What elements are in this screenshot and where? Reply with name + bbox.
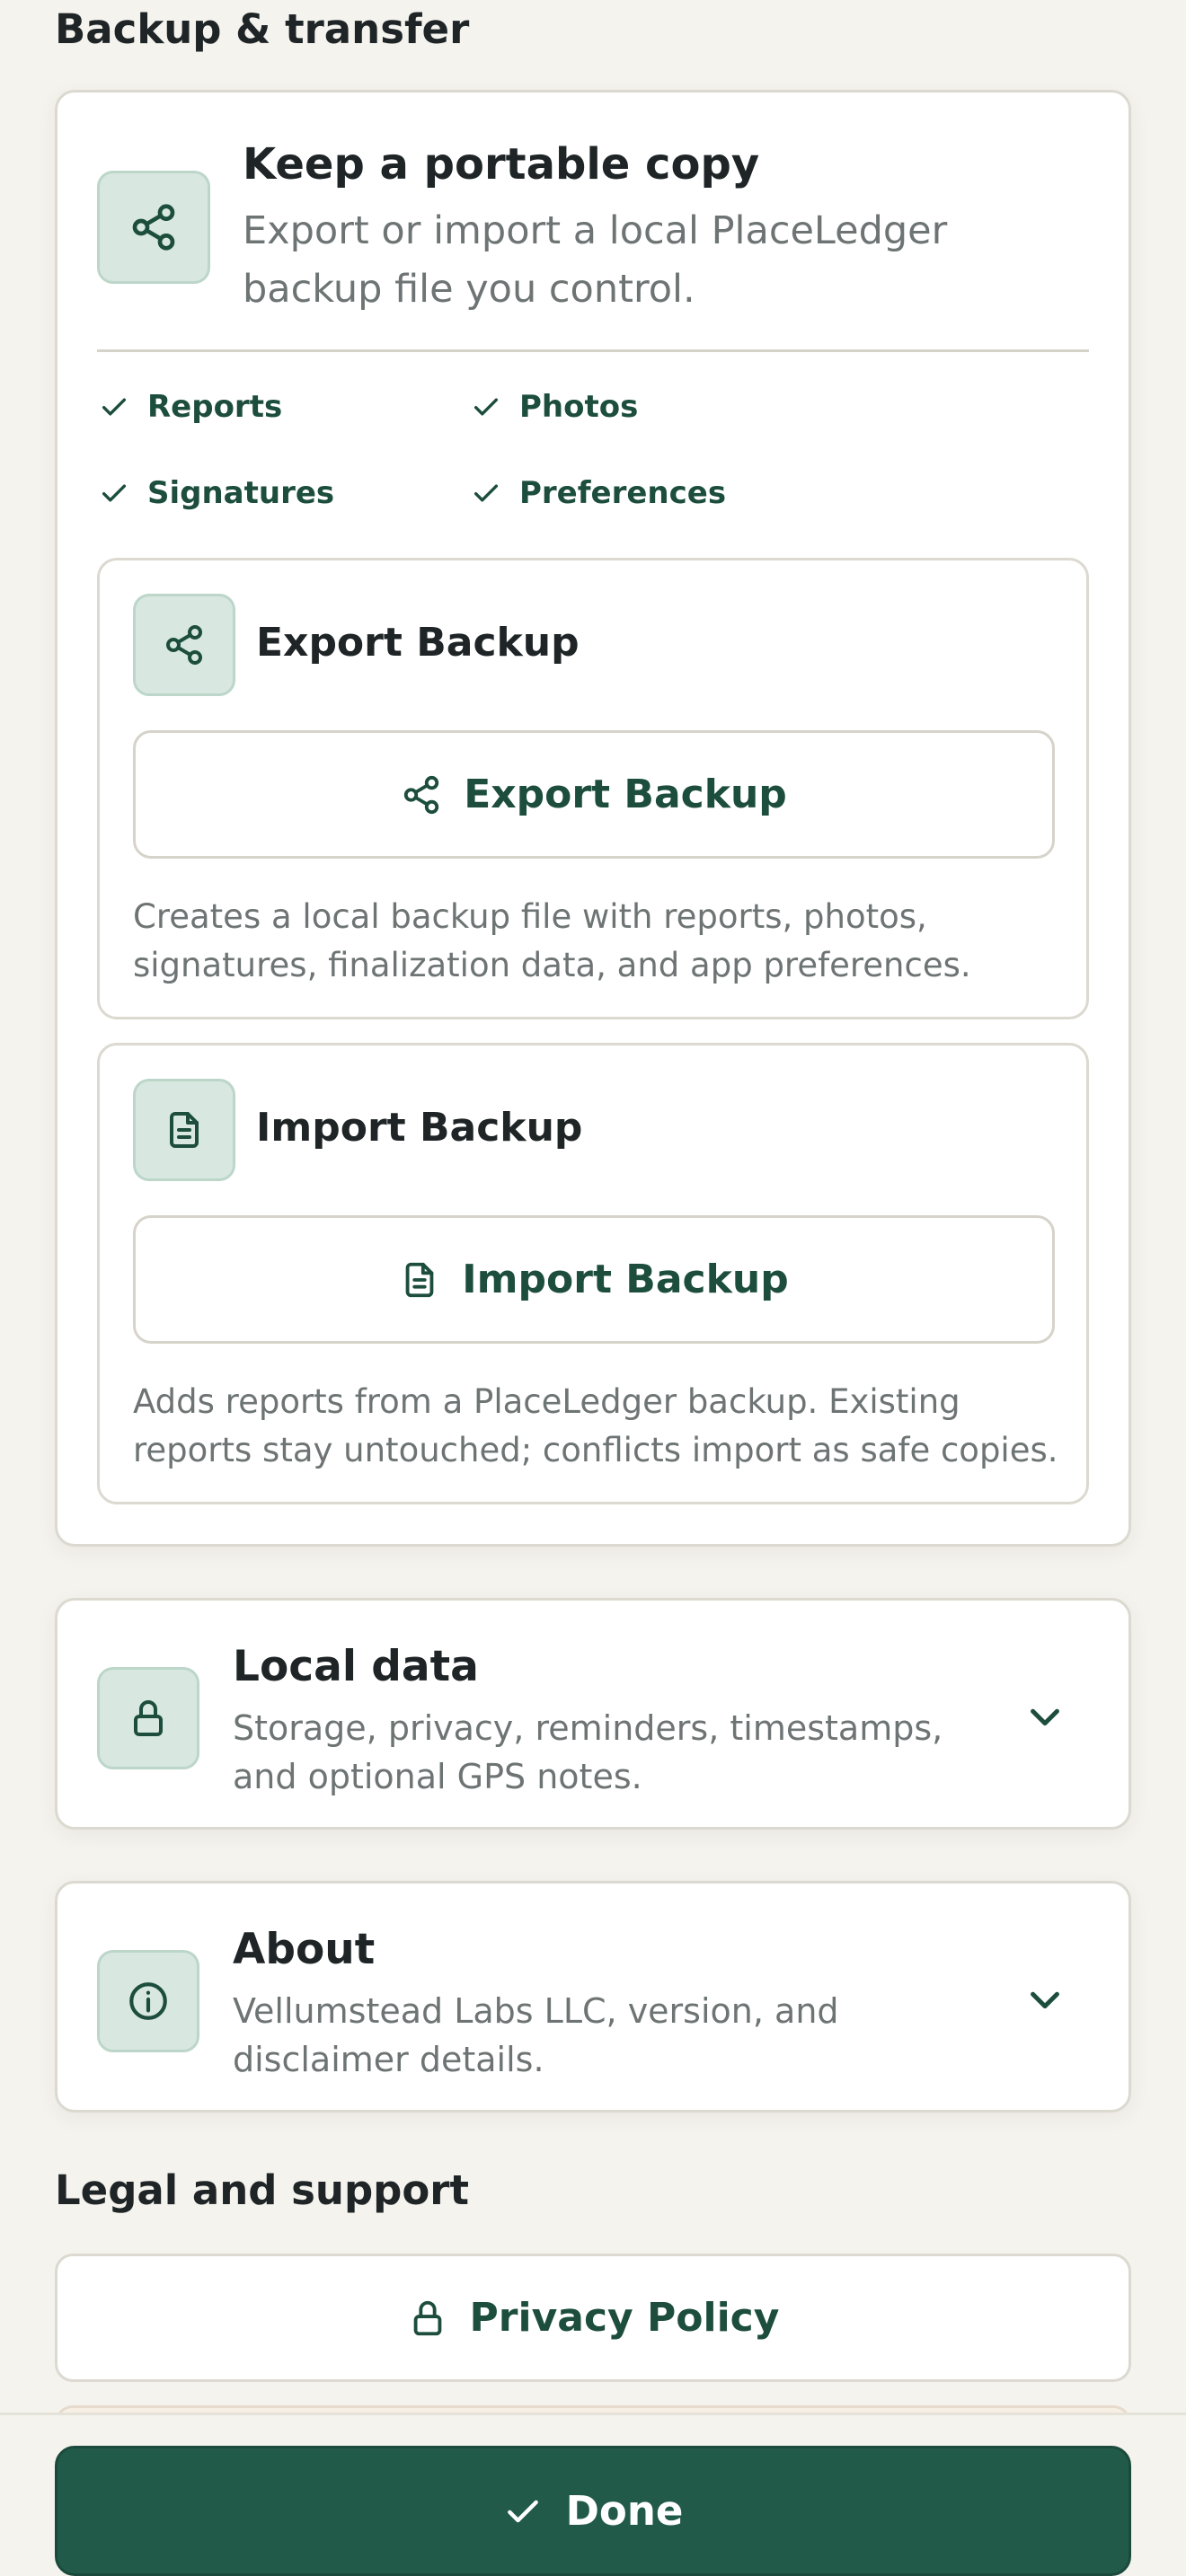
backup-card: Keep a portable copy Export or import a … bbox=[55, 90, 1131, 1547]
import-backup-button[interactable]: Import Backup bbox=[133, 1215, 1055, 1344]
included-item-reports: Reports bbox=[99, 389, 282, 425]
import-backup-description: Adds reports from a PlaceLedger backup. … bbox=[133, 1382, 1058, 1469]
export-backup-title: Export Backup bbox=[256, 620, 580, 666]
chevron-down-icon[interactable] bbox=[1024, 1979, 1066, 2020]
backup-section-title: Backup & transfer bbox=[55, 5, 470, 53]
done-button[interactable]: Done bbox=[55, 2446, 1131, 2576]
check-icon bbox=[474, 398, 499, 416]
export-backup-button-label: Export Backup bbox=[464, 772, 787, 817]
share-icon bbox=[166, 625, 202, 665]
local-data-title: Local data bbox=[233, 1642, 479, 1691]
export-backup-button[interactable]: Export Backup bbox=[133, 730, 1055, 859]
import-icon-tile bbox=[133, 1079, 235, 1181]
legal-section-title: Legal and support bbox=[55, 2166, 470, 2214]
about-icon-tile bbox=[97, 1950, 199, 2052]
document-icon bbox=[170, 1112, 199, 1148]
lock-icon bbox=[413, 2300, 441, 2335]
included-item-label: Preferences bbox=[519, 475, 727, 511]
privacy-policy-label: Privacy Policy bbox=[469, 2295, 780, 2341]
included-item-preferences: Preferences bbox=[471, 475, 726, 511]
import-backup-title: Import Backup bbox=[256, 1105, 583, 1151]
export-icon-tile bbox=[133, 594, 235, 696]
chevron-down-icon[interactable] bbox=[1024, 1696, 1066, 1737]
included-item-label: Photos bbox=[519, 389, 639, 425]
privacy-policy-button[interactable]: Privacy Policy bbox=[55, 2254, 1131, 2382]
backup-hero-subtitle: Export or import a local PlaceLedger bac… bbox=[243, 208, 948, 312]
local-data-icon-tile bbox=[97, 1667, 199, 1769]
lock-icon bbox=[134, 1700, 163, 1736]
info-icon bbox=[129, 1982, 167, 2020]
check-icon bbox=[102, 398, 127, 416]
import-backup-card: Import Backup Import Backup Adds reports… bbox=[97, 1043, 1089, 1504]
check-icon bbox=[474, 484, 499, 502]
export-backup-card: Export Backup Export Backup Creates a lo… bbox=[97, 558, 1089, 1019]
included-item-label: Signatures bbox=[147, 475, 335, 511]
backup-hero-title: Keep a portable copy bbox=[243, 139, 760, 190]
backup-hero-icon-tile bbox=[97, 171, 210, 284]
local-data-accordion[interactable]: Local data Storage, privacy, reminders, … bbox=[55, 1598, 1131, 1830]
divider bbox=[97, 349, 1089, 352]
about-accordion[interactable]: About Vellumstead Labs LLC, version, and… bbox=[55, 1881, 1131, 2113]
export-backup-description: Creates a local backup file with reports… bbox=[133, 897, 971, 984]
check-icon bbox=[507, 2500, 538, 2522]
settings-page: Backup & transfer Keep a portable copy E… bbox=[0, 0, 1186, 2576]
share-icon bbox=[404, 775, 439, 814]
included-item-photos: Photos bbox=[471, 389, 638, 425]
done-button-label: Done bbox=[565, 2487, 684, 2535]
about-title: About bbox=[233, 1925, 376, 1974]
local-data-subtitle: Storage, privacy, reminders, timestamps,… bbox=[233, 1708, 943, 1796]
document-icon bbox=[405, 1262, 434, 1297]
included-item-signatures: Signatures bbox=[99, 475, 334, 511]
check-icon bbox=[102, 484, 127, 502]
included-item-label: Reports bbox=[147, 389, 283, 425]
about-subtitle: Vellumstead Labs LLC, version, and discl… bbox=[233, 1991, 839, 2079]
share-icon bbox=[132, 204, 175, 251]
import-backup-button-label: Import Backup bbox=[462, 1257, 789, 1302]
